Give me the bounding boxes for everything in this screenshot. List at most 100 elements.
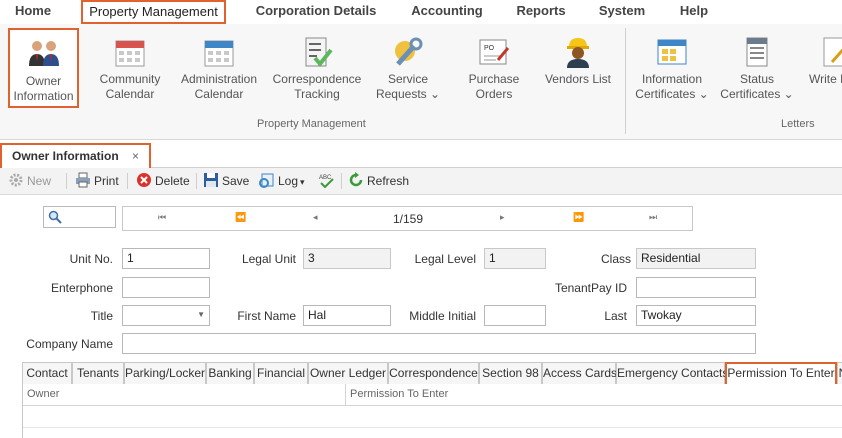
menu-accounting[interactable]: Accounting <box>404 0 490 24</box>
calendar-icon <box>115 40 145 67</box>
column-header-permission-to-enter[interactable]: Permission To Enter <box>345 384 842 406</box>
worker-icon <box>567 38 589 68</box>
chevron-down-icon: ▼ <box>197 310 205 319</box>
tab-tenants[interactable]: Tenants <box>72 362 124 384</box>
unit-no-field[interactable]: 1 <box>122 248 210 269</box>
last-name-field[interactable]: Twokay <box>636 305 756 326</box>
tab-section-98[interactable]: Section 98 <box>479 362 542 384</box>
toolbar: New Print Delete Save Log ▾ ABC Refresh <box>0 168 842 195</box>
tab-overflow[interactable]: N <box>837 362 842 384</box>
first-name-field[interactable]: Hal <box>303 305 391 326</box>
log-dropdown-button[interactable]: Log ▾ <box>259 172 305 192</box>
refresh-button[interactable]: Refresh <box>348 172 409 192</box>
close-icon[interactable]: × <box>132 145 139 167</box>
ribbon-label: Certificates ⌄ <box>635 87 709 101</box>
ribbon-label: Service <box>387 72 428 86</box>
menu-corporation-details[interactable]: Corporation Details <box>250 0 382 24</box>
write-letter-icon <box>823 37 842 67</box>
last-name-label: Last <box>604 309 627 323</box>
table-row[interactable] <box>23 406 842 428</box>
search-input[interactable] <box>43 206 116 228</box>
information-certificates-button[interactable]: Information Certificates ⌄ <box>634 28 710 108</box>
purchase-orders-button[interactable]: PO Purchase Orders <box>460 28 528 108</box>
print-label: Print <box>94 174 119 188</box>
vendors-list-button[interactable]: Vendors List <box>540 28 616 108</box>
class-label: Class <box>600 252 631 266</box>
title-select[interactable]: ▼ <box>122 305 210 326</box>
info-certificate-icon <box>657 39 687 65</box>
tab-label: Owner Information <box>12 149 119 163</box>
new-button[interactable]: New <box>8 172 51 192</box>
ribbon-label: Requests ⌄ <box>375 87 441 101</box>
wrench-icon <box>395 37 423 66</box>
chevron-down-icon: ▾ <box>300 177 305 187</box>
ribbon-label: Information <box>641 72 703 86</box>
delete-button[interactable]: Delete <box>136 172 190 192</box>
detail-tabs: Contact Tenants Parking/Locker Banking F… <box>22 362 842 384</box>
company-name-label: Company Name <box>26 337 113 351</box>
spell-check-button[interactable]: ABC <box>318 172 337 192</box>
ribbon-label: Calendar <box>105 87 155 101</box>
ribbon-label: Status <box>739 72 775 86</box>
ribbon-label: Purchase <box>468 72 520 86</box>
tab-access-cards[interactable]: Access Cards <box>542 362 617 384</box>
ribbon-label: Vendors List <box>544 72 612 86</box>
toolbar-separator <box>341 173 342 189</box>
previous-page-button[interactable]: ⏪ <box>235 212 246 223</box>
menu-reports[interactable]: Reports <box>510 0 572 24</box>
administration-calendar-button[interactable]: Administration Calendar <box>178 28 260 108</box>
ribbon-group-separator <box>625 28 626 134</box>
owner-information-button[interactable]: Owner Information <box>8 28 79 108</box>
owners-icon <box>28 41 59 66</box>
tenantpay-id-label: TenantPay ID <box>554 281 627 295</box>
tab-financial[interactable]: Financial <box>254 362 308 384</box>
gear-icon <box>9 173 23 187</box>
write-letter-button[interactable]: Write L <box>804 28 842 108</box>
svg-text:ABC: ABC <box>319 175 332 181</box>
print-button[interactable]: Print <box>75 172 119 192</box>
menu-help[interactable]: Help <box>674 0 714 24</box>
last-record-button[interactable]: ⏭ <box>649 212 657 223</box>
service-requests-button[interactable]: Service Requests ⌄ <box>372 28 444 108</box>
tab-owner-ledger[interactable]: Owner Ledger <box>308 362 388 384</box>
tab-permission-to-enter[interactable]: Permission To Enter <box>725 362 837 384</box>
company-name-field[interactable] <box>122 333 756 354</box>
log-icon <box>259 173 274 188</box>
toolbar-separator <box>66 173 67 189</box>
tab-parking-locker[interactable]: Parking/Locker <box>124 362 206 384</box>
tab-contact[interactable]: Contact <box>22 362 72 384</box>
middle-initial-label: Middle Initial <box>409 309 476 323</box>
next-page-button[interactable]: ⏩ <box>573 212 584 223</box>
tab-emergency-contacts[interactable]: Emergency Contacts <box>616 362 728 384</box>
tab-owner-information[interactable]: Owner Information × <box>0 143 151 169</box>
middle-initial-field[interactable] <box>484 305 546 326</box>
ribbon-group-label: Letters <box>781 118 815 130</box>
legal-level-field: 1 <box>484 248 546 269</box>
tab-banking[interactable]: Banking <box>206 362 254 384</box>
menu-home[interactable]: Home <box>4 0 62 24</box>
enterphone-label: Enterphone <box>50 281 113 295</box>
tab-correspondence[interactable]: Correspondence <box>388 362 479 384</box>
save-button[interactable]: Save <box>203 172 249 192</box>
ribbon-label: Owner <box>25 74 62 88</box>
next-record-button[interactable]: ▸ <box>500 212 505 223</box>
column-header-owner[interactable]: Owner <box>23 384 345 406</box>
enterphone-field[interactable] <box>122 277 210 298</box>
correspondence-tracking-button[interactable]: Correspondence Tracking <box>271 28 363 108</box>
delete-label: Delete <box>155 174 190 188</box>
spell-check-icon: ABC <box>319 175 334 188</box>
previous-record-button[interactable]: ◂ <box>313 212 318 223</box>
new-label: New <box>27 174 52 188</box>
record-navigator: ⏮ ⏪ ◂ 1/159 ▸ ⏩ ⏭ <box>122 206 693 231</box>
tenantpay-id-field[interactable] <box>636 277 756 298</box>
ribbon-label: Orders <box>475 87 513 101</box>
menu-property-management[interactable]: Property Management <box>81 0 226 24</box>
menu-system[interactable]: System <box>594 0 650 24</box>
checklist-icon <box>305 37 333 68</box>
first-name-label: First Name <box>237 309 296 323</box>
status-certificates-button[interactable]: Status Certificates ⌄ <box>718 28 796 108</box>
community-calendar-button[interactable]: Community Calendar <box>94 28 166 108</box>
ribbon-label: Calendar <box>194 87 244 101</box>
ribbon-label: Information <box>13 89 74 103</box>
first-record-button[interactable]: ⏮ <box>158 212 166 223</box>
